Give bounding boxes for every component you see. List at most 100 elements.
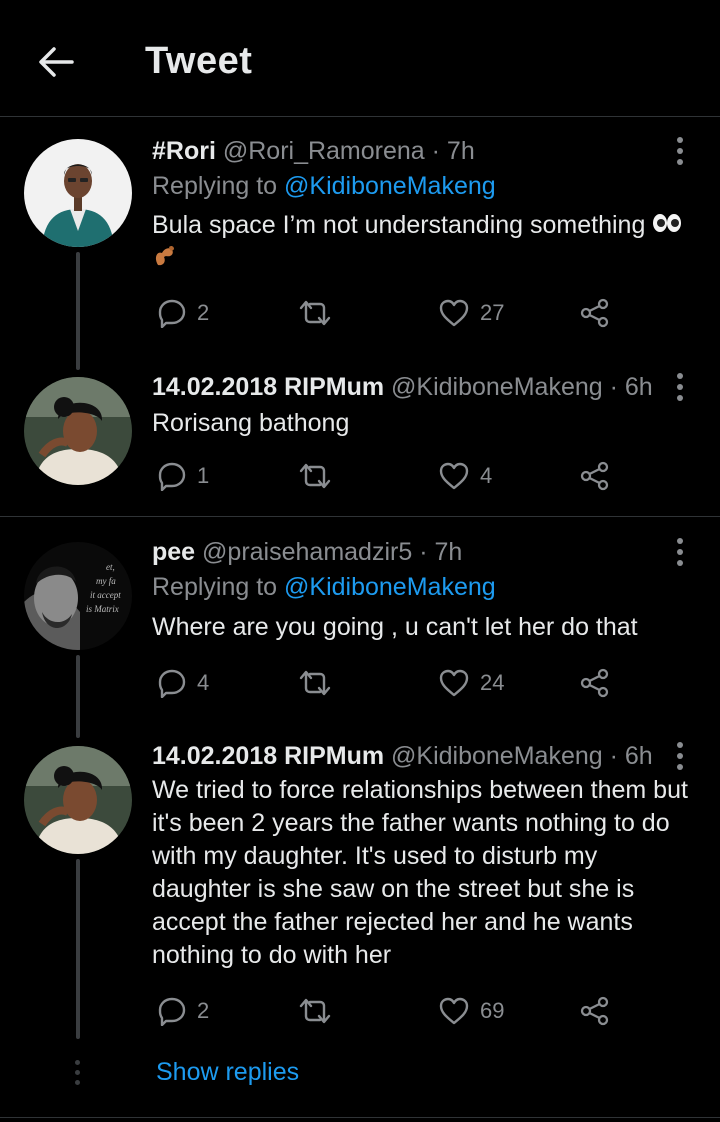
retweet-icon [299, 300, 331, 326]
eyes-emoji-icon [652, 210, 682, 243]
more-options-icon[interactable] [670, 373, 690, 401]
share-button[interactable] [579, 991, 611, 1031]
avatar[interactable] [24, 746, 132, 854]
tweet[interactable]: 14.02.2018 RIPMum @KidiboneMakeng · 6h W… [0, 741, 720, 1041]
tweet-actions: 2 27 [152, 293, 622, 333]
tweet-text-line: accept the father rejected her and he wa… [152, 908, 633, 936]
like-count: 69 [480, 998, 505, 1023]
display-name[interactable]: #Rori [152, 137, 216, 165]
username[interactable]: @Rori_Ramorena [223, 137, 425, 165]
like-count: 27 [480, 300, 505, 325]
thread-continuation-dots [75, 1060, 81, 1090]
avatar[interactable] [24, 139, 132, 247]
share-icon [580, 668, 609, 698]
reply-button[interactable]: 2 [157, 293, 209, 333]
avatar[interactable] [24, 377, 132, 485]
tweet-text: Where are you going , u can't let her do… [152, 613, 638, 641]
heart-icon [439, 669, 469, 697]
divider [0, 516, 720, 517]
reply-icon [158, 462, 186, 491]
thread-line [76, 252, 80, 370]
display-name[interactable]: 14.02.2018 RIPMum [152, 742, 384, 770]
replying-to-label: Replying to [152, 573, 278, 601]
avatar[interactable]: et, my fa it accept is Matrix [24, 542, 132, 650]
share-icon [580, 461, 609, 491]
heart-icon [439, 997, 469, 1025]
divider [0, 1117, 720, 1118]
retweet-button[interactable] [298, 663, 342, 703]
timestamp[interactable]: · 6h [610, 373, 653, 401]
like-button[interactable]: 4 [438, 456, 492, 496]
reply-button[interactable]: 4 [157, 663, 209, 703]
timestamp[interactable]: · 7h [432, 137, 475, 165]
page-title: Tweet [145, 40, 253, 82]
reply-count: 2 [197, 998, 210, 1023]
tweet-actions: 2 69 [152, 991, 622, 1031]
tweet-text-content: Bula space I’m not understanding somethi… [152, 211, 646, 239]
tweet-header: #Rori @Rori_Ramorena · 7h [152, 137, 475, 166]
share-button[interactable] [579, 663, 611, 703]
like-count: 24 [480, 670, 505, 695]
reply-button[interactable]: 1 [157, 456, 209, 496]
tweet-header: 14.02.2018 RIPMum @KidiboneMakeng · 6h [152, 373, 653, 402]
retweet-button[interactable] [298, 456, 342, 496]
retweet-button[interactable] [298, 991, 342, 1031]
like-button[interactable]: 24 [438, 663, 504, 703]
more-options-icon[interactable] [670, 742, 690, 770]
tweet-actions: 4 24 [152, 663, 622, 703]
more-options-icon[interactable] [670, 137, 690, 165]
reply-icon [158, 997, 186, 1026]
display-name[interactable]: pee [152, 538, 195, 566]
retweet-icon [299, 998, 331, 1024]
username[interactable]: @KidiboneMakeng [391, 373, 603, 401]
share-button[interactable] [579, 456, 611, 496]
more-options-icon[interactable] [670, 538, 690, 566]
tweet-text: Rorisang bathong [152, 409, 350, 437]
avatar-text: it accept [90, 590, 121, 600]
reply-count: 4 [197, 670, 210, 695]
thread-line [76, 859, 80, 1039]
flexed-arm-emoji-icon [152, 243, 178, 278]
tweet-actions: 1 4 [152, 456, 622, 496]
username[interactable]: @praisehamadzir5 [202, 538, 412, 566]
display-name[interactable]: 14.02.2018 RIPMum [152, 373, 384, 401]
timestamp[interactable]: · 7h [419, 538, 462, 566]
tweet-text: Bula space I’m not understanding somethi… [152, 209, 697, 278]
reply-icon [158, 299, 186, 328]
like-button[interactable]: 69 [438, 991, 504, 1031]
tweet[interactable]: et, my fa it accept is Matrix pee @prais… [0, 537, 720, 738]
reply-icon [158, 669, 186, 698]
heart-icon [439, 299, 469, 327]
tweet-header: pee @praisehamadzir5 · 7h [152, 538, 462, 567]
tweet-text-line: it's been 2 years the father wants nothi… [152, 809, 670, 837]
tweet-text-line: daughter is she saw on the street but sh… [152, 875, 635, 903]
tweet[interactable]: #Rori @Rori_Ramorena · 7h Replying to @K… [0, 136, 720, 370]
share-button[interactable] [579, 293, 611, 333]
reply-count: 1 [197, 463, 210, 488]
username[interactable]: @KidiboneMakeng [391, 742, 603, 770]
like-button[interactable]: 27 [438, 293, 504, 333]
avatar-text: my fa [96, 576, 116, 586]
timestamp[interactable]: · 6h [610, 742, 653, 770]
tweet-header: 14.02.2018 RIPMum @KidiboneMakeng · 6h [152, 742, 653, 771]
tweet-text-line: with my daughter. It's used to disturb m… [152, 842, 598, 870]
retweet-button[interactable] [298, 293, 342, 333]
tweet[interactable]: 14.02.2018 RIPMum @KidiboneMakeng · 6h R… [0, 372, 720, 512]
thread-line [76, 655, 80, 738]
replying-to-label: Replying to [152, 172, 278, 200]
top-bar: Tweet [0, 0, 720, 117]
share-icon [580, 996, 609, 1026]
tweet-text-line: nothing to do with her [152, 941, 392, 969]
reply-count: 2 [197, 300, 210, 325]
retweet-icon [299, 463, 331, 489]
replying-to: Replying to @KidiboneMakeng [152, 573, 496, 602]
show-replies-link[interactable]: Show replies [156, 1058, 299, 1087]
mention-link[interactable]: @KidiboneMakeng [284, 172, 496, 200]
heart-icon [439, 462, 469, 490]
back-arrow-icon[interactable] [34, 42, 78, 82]
mention-link[interactable]: @KidiboneMakeng [284, 573, 496, 601]
tweet-text-line: We tried to force relationships between … [152, 776, 688, 804]
reply-button[interactable]: 2 [157, 991, 209, 1031]
tweet-text: We tried to force relationships between … [152, 774, 702, 972]
share-icon [580, 298, 609, 328]
